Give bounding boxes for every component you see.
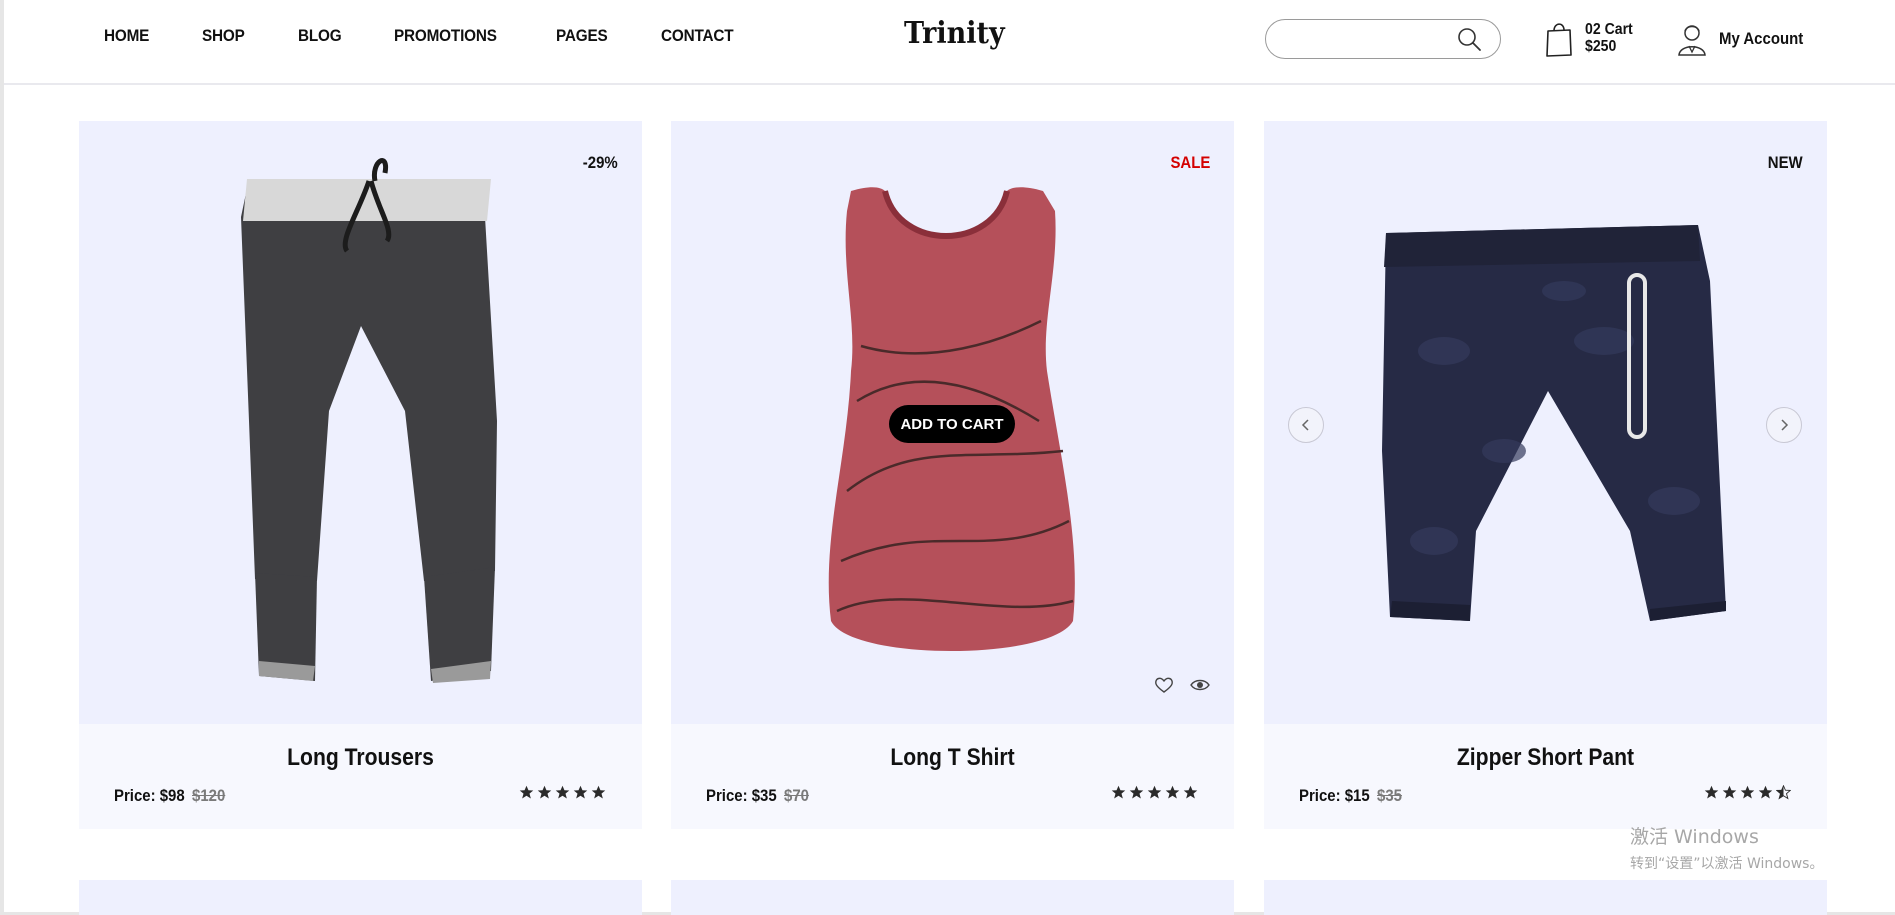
star-icon: [1129, 785, 1144, 799]
star-icon: [1111, 785, 1126, 799]
star-icon: [555, 785, 570, 799]
star-icon: [591, 785, 606, 799]
nav-contact[interactable]: CONTACT: [661, 26, 734, 46]
price-row: Price: $35 $70: [706, 786, 813, 806]
product-image-long-trousers: [241, 158, 497, 683]
carousel-prev-button[interactable]: [1288, 407, 1324, 443]
product-card-partial[interactable]: [79, 880, 642, 915]
my-account-link[interactable]: My Account: [1677, 22, 1815, 56]
star-icon: [519, 785, 534, 799]
cart-total: $250: [1585, 38, 1617, 55]
windows-activation-watermark: 激活 Windows 转到“设置”以激活 Windows。: [1630, 822, 1823, 873]
heart-icon[interactable]: [1153, 674, 1175, 696]
rating-stars: [1704, 785, 1791, 800]
product-card[interactable]: -29% Long Trousers Price: $98 $120: [79, 121, 642, 829]
current-price: Price: $35: [706, 786, 777, 805]
main-nav: HOME SHOP BLOG PROMOTIONS PAGES CONTACT: [104, 26, 790, 46]
star-icon: [1183, 785, 1198, 799]
current-price: Price: $98: [114, 786, 185, 805]
shopping-bag-icon: [1546, 23, 1572, 57]
product-card-partial[interactable]: [671, 880, 1234, 915]
product-image-zipper-short-pant: [1382, 225, 1726, 621]
star-icon: [1740, 785, 1755, 799]
cart-button[interactable]: 02 Cart $250: [1545, 18, 1639, 58]
product-image-area[interactable]: SALE ADD TO CART: [671, 121, 1234, 724]
half-star-icon: [1776, 785, 1791, 800]
product-card-partial[interactable]: [1264, 880, 1827, 915]
nav-promotions[interactable]: PROMOTIONS: [394, 26, 497, 46]
star-icon: [1165, 785, 1180, 799]
star-icon: [1758, 785, 1773, 799]
old-price: $70: [784, 786, 810, 805]
user-icon: [1678, 25, 1706, 56]
price-row: Price: $15 $35: [1299, 786, 1406, 806]
product-image-area[interactable]: NEW: [1264, 121, 1827, 724]
current-price: Price: $15: [1299, 786, 1370, 805]
cart-count: 02 Cart: [1585, 21, 1633, 38]
product-card[interactable]: NEW Zipper Short Pant Price: $15 $35: [1264, 121, 1827, 829]
product-name[interactable]: Long Trousers: [113, 744, 608, 772]
old-price: $35: [1377, 786, 1403, 805]
rating-stars: [519, 785, 606, 800]
eye-icon[interactable]: [1189, 674, 1211, 696]
search-input[interactable]: [1280, 20, 1460, 56]
sale-badge: SALE: [1170, 153, 1210, 172]
discount-badge: -29%: [583, 153, 618, 172]
nav-blog[interactable]: BLOG: [298, 26, 342, 46]
my-account-label: My Account: [1719, 29, 1804, 48]
star-icon: [573, 785, 588, 799]
chevron-left-icon: [1301, 419, 1309, 431]
star-icon: [1704, 785, 1719, 799]
new-badge: NEW: [1768, 153, 1803, 172]
search-box: [1265, 19, 1501, 59]
site-logo[interactable]: Trinity: [904, 16, 1005, 51]
carousel-next-button[interactable]: [1766, 407, 1802, 443]
site-header: HOME SHOP BLOG PROMOTIONS PAGES CONTACT …: [4, 0, 1895, 85]
price-row: Price: $98 $120: [114, 786, 230, 806]
product-image-area[interactable]: -29%: [79, 121, 642, 724]
star-icon: [1147, 785, 1162, 799]
star-icon: [537, 785, 552, 799]
nav-home[interactable]: HOME: [104, 26, 149, 46]
add-to-cart-button[interactable]: ADD TO CART: [889, 405, 1015, 443]
nav-shop[interactable]: SHOP: [202, 26, 245, 46]
search-icon[interactable]: [1456, 26, 1482, 52]
nav-pages[interactable]: PAGES: [556, 26, 608, 46]
cart-summary: 02 Cart $250: [1585, 21, 1633, 55]
old-price: $120: [192, 786, 226, 805]
chevron-right-icon: [1781, 419, 1789, 431]
watermark-title: 激活 Windows: [1630, 826, 1759, 848]
product-card[interactable]: SALE ADD TO CART Long T Shirt Price: $35…: [671, 121, 1234, 829]
rating-stars: [1111, 785, 1198, 800]
star-icon: [1722, 785, 1737, 799]
product-name[interactable]: Long T Shirt: [705, 744, 1200, 772]
product-name[interactable]: Zipper Short Pant: [1298, 744, 1793, 772]
watermark-subtitle: 转到“设置”以激活 Windows。: [1630, 856, 1824, 872]
